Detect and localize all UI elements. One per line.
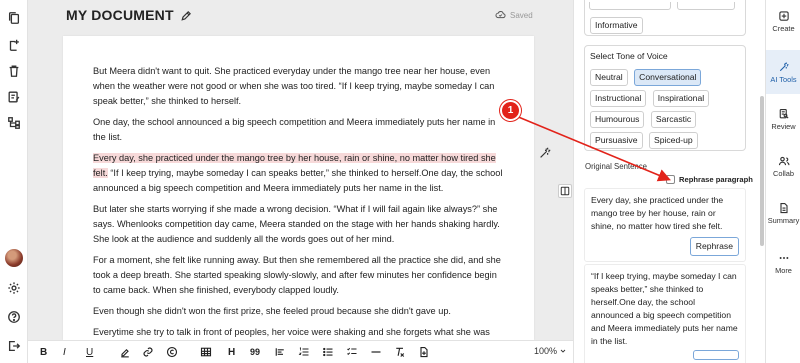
highlight-pen-icon[interactable] bbox=[119, 345, 131, 359]
paragraph[interactable]: For a moment, she felt like running away… bbox=[93, 253, 505, 298]
tone-chip-humourous[interactable]: Humourous bbox=[590, 111, 645, 128]
rail-more[interactable]: More bbox=[766, 252, 800, 282]
paragraph[interactable]: Everytime she try to talk in front of pe… bbox=[93, 325, 505, 340]
right-rail: Create AI Tools Review Collab Summary Mo… bbox=[765, 0, 800, 363]
left-rail bbox=[0, 0, 28, 363]
rail-create[interactable]: Create bbox=[766, 10, 800, 40]
save-status: Saved bbox=[495, 9, 533, 22]
formatting-toolbar: B I U H 99 100% bbox=[28, 340, 573, 363]
bullet-list-icon[interactable] bbox=[322, 345, 334, 359]
document-body[interactable]: But Meera didn't want to quit. She pract… bbox=[93, 64, 505, 340]
original-sentence-label: Original Sentence bbox=[585, 162, 647, 171]
bold-button[interactable]: B bbox=[40, 345, 47, 359]
rephrase-checkbox[interactable] bbox=[666, 175, 675, 184]
rephrase-button[interactable] bbox=[693, 350, 739, 360]
saved-label: Saved bbox=[510, 11, 533, 20]
link-icon[interactable] bbox=[142, 345, 154, 359]
clipped-chip-row bbox=[584, 2, 746, 14]
highlighted-paragraph[interactable]: Every day, she practiced under the mango… bbox=[93, 151, 505, 196]
ai-tools-panel: Informative Select Tone of Voice Neutral… bbox=[573, 0, 765, 363]
more-dots-icon bbox=[779, 257, 788, 259]
tone-chip-neutral[interactable]: Neutral bbox=[590, 69, 628, 86]
paragraph[interactable]: But later she starts worrying if she mad… bbox=[93, 202, 505, 247]
tone-chip-spiced-up[interactable]: Spiced-up bbox=[648, 132, 698, 149]
help-icon[interactable] bbox=[6, 309, 22, 325]
rail-summary[interactable]: Summary bbox=[766, 202, 800, 232]
rail-label: More bbox=[775, 266, 792, 275]
annotation-marker: 1 bbox=[500, 100, 521, 121]
tone-chip-sarcastic[interactable]: Sarcastic bbox=[650, 111, 697, 128]
zoom-control[interactable]: 100% bbox=[534, 346, 567, 356]
paragraph[interactable]: Even though she didn't won the first pri… bbox=[93, 304, 505, 319]
insert-file-icon[interactable] bbox=[418, 345, 430, 359]
rail-label: AI Tools bbox=[770, 74, 797, 84]
paragraph-rest[interactable]: “If I keep trying, maybe someday I can s… bbox=[93, 168, 502, 193]
underline-button[interactable]: U bbox=[86, 345, 93, 359]
document-area: MY DOCUMENT Saved But Meera didn't want … bbox=[28, 0, 573, 340]
horizontal-rule-icon[interactable] bbox=[370, 345, 382, 359]
plus-square-icon bbox=[778, 11, 789, 21]
clear-format-icon[interactable] bbox=[394, 345, 406, 359]
chip-clipped[interactable] bbox=[677, 2, 736, 10]
rephrase-button[interactable]: Rephrase bbox=[689, 237, 739, 256]
document-page[interactable]: But Meera didn't want to quit. She pract… bbox=[63, 36, 534, 340]
settings-icon[interactable] bbox=[6, 280, 22, 296]
new-document-icon[interactable] bbox=[6, 37, 22, 53]
rail-review[interactable]: Review bbox=[766, 108, 800, 138]
tone-title: Select Tone of Voice bbox=[590, 51, 668, 61]
align-left-icon[interactable] bbox=[274, 345, 286, 359]
chevron-down-icon bbox=[560, 349, 566, 353]
hierarchy-icon[interactable] bbox=[6, 115, 22, 131]
tone-chip-instructional[interactable]: Instructional bbox=[590, 90, 647, 107]
sentence-text: Every day, she practiced under the mango… bbox=[591, 195, 724, 231]
tone-selector: Select Tone of Voice Neutral Conversatio… bbox=[584, 45, 746, 151]
rail-label: Summary bbox=[767, 216, 800, 225]
paragraph[interactable]: But Meera didn't want to quit. She pract… bbox=[93, 64, 505, 109]
document-title[interactable]: MY DOCUMENT bbox=[66, 7, 174, 23]
pencil-icon[interactable] bbox=[180, 9, 192, 21]
rail-collab[interactable]: Collab bbox=[766, 155, 800, 185]
magic-wand-icon[interactable] bbox=[538, 146, 552, 160]
rail-ai-tools[interactable]: AI Tools bbox=[766, 50, 800, 94]
tone-chip-inspirational[interactable]: Inspirational bbox=[652, 90, 710, 107]
sentence-card: Every day, she practiced under the mango… bbox=[584, 188, 746, 262]
rail-label: Create bbox=[772, 24, 795, 33]
chip-clipped[interactable] bbox=[589, 2, 671, 10]
summary-icon bbox=[779, 202, 788, 214]
avatar[interactable] bbox=[5, 249, 23, 267]
italic-button[interactable]: I bbox=[63, 345, 66, 359]
table-icon[interactable] bbox=[200, 345, 212, 359]
copyright-icon[interactable] bbox=[166, 345, 178, 359]
rephrase-paragraph-toggle[interactable]: Rephrase paragraph bbox=[666, 175, 753, 184]
chip-informative[interactable]: Informative bbox=[590, 17, 643, 34]
sentence-card: “If I keep trying, maybe someday I can s… bbox=[584, 264, 746, 363]
trash-icon[interactable] bbox=[6, 63, 22, 79]
rephrase-paragraph-label: Rephrase paragraph bbox=[679, 175, 753, 184]
rail-label: Collab bbox=[773, 169, 794, 178]
paragraph[interactable]: One day, the school announced a big spee… bbox=[93, 115, 505, 145]
logout-icon[interactable] bbox=[6, 338, 22, 354]
rail-label: Review bbox=[771, 122, 796, 131]
checklist-icon[interactable] bbox=[346, 345, 358, 359]
review-icon bbox=[779, 108, 789, 119]
magic-wand-icon bbox=[779, 62, 788, 71]
zoom-level: 100% bbox=[534, 346, 558, 356]
ordered-list-icon[interactable] bbox=[298, 345, 310, 359]
document-edit-icon[interactable] bbox=[6, 89, 22, 105]
document-header: MY DOCUMENT bbox=[66, 7, 192, 23]
users-icon bbox=[778, 156, 789, 166]
copy-icon[interactable] bbox=[6, 10, 22, 26]
heading-button[interactable]: H bbox=[228, 345, 235, 359]
tone-chip-conversational[interactable]: Conversational bbox=[634, 69, 702, 86]
app-window: MY DOCUMENT Saved But Meera didn't want … bbox=[0, 0, 800, 363]
cloud-icon bbox=[495, 9, 506, 22]
sentence-text: “If I keep trying, maybe someday I can s… bbox=[591, 271, 738, 346]
panel-toggle-icon[interactable] bbox=[558, 184, 572, 198]
panel-scrollbar[interactable] bbox=[760, 96, 764, 246]
tone-chip-pursuasive[interactable]: Pursuasive bbox=[590, 132, 643, 149]
quote-button[interactable]: 99 bbox=[250, 345, 260, 359]
